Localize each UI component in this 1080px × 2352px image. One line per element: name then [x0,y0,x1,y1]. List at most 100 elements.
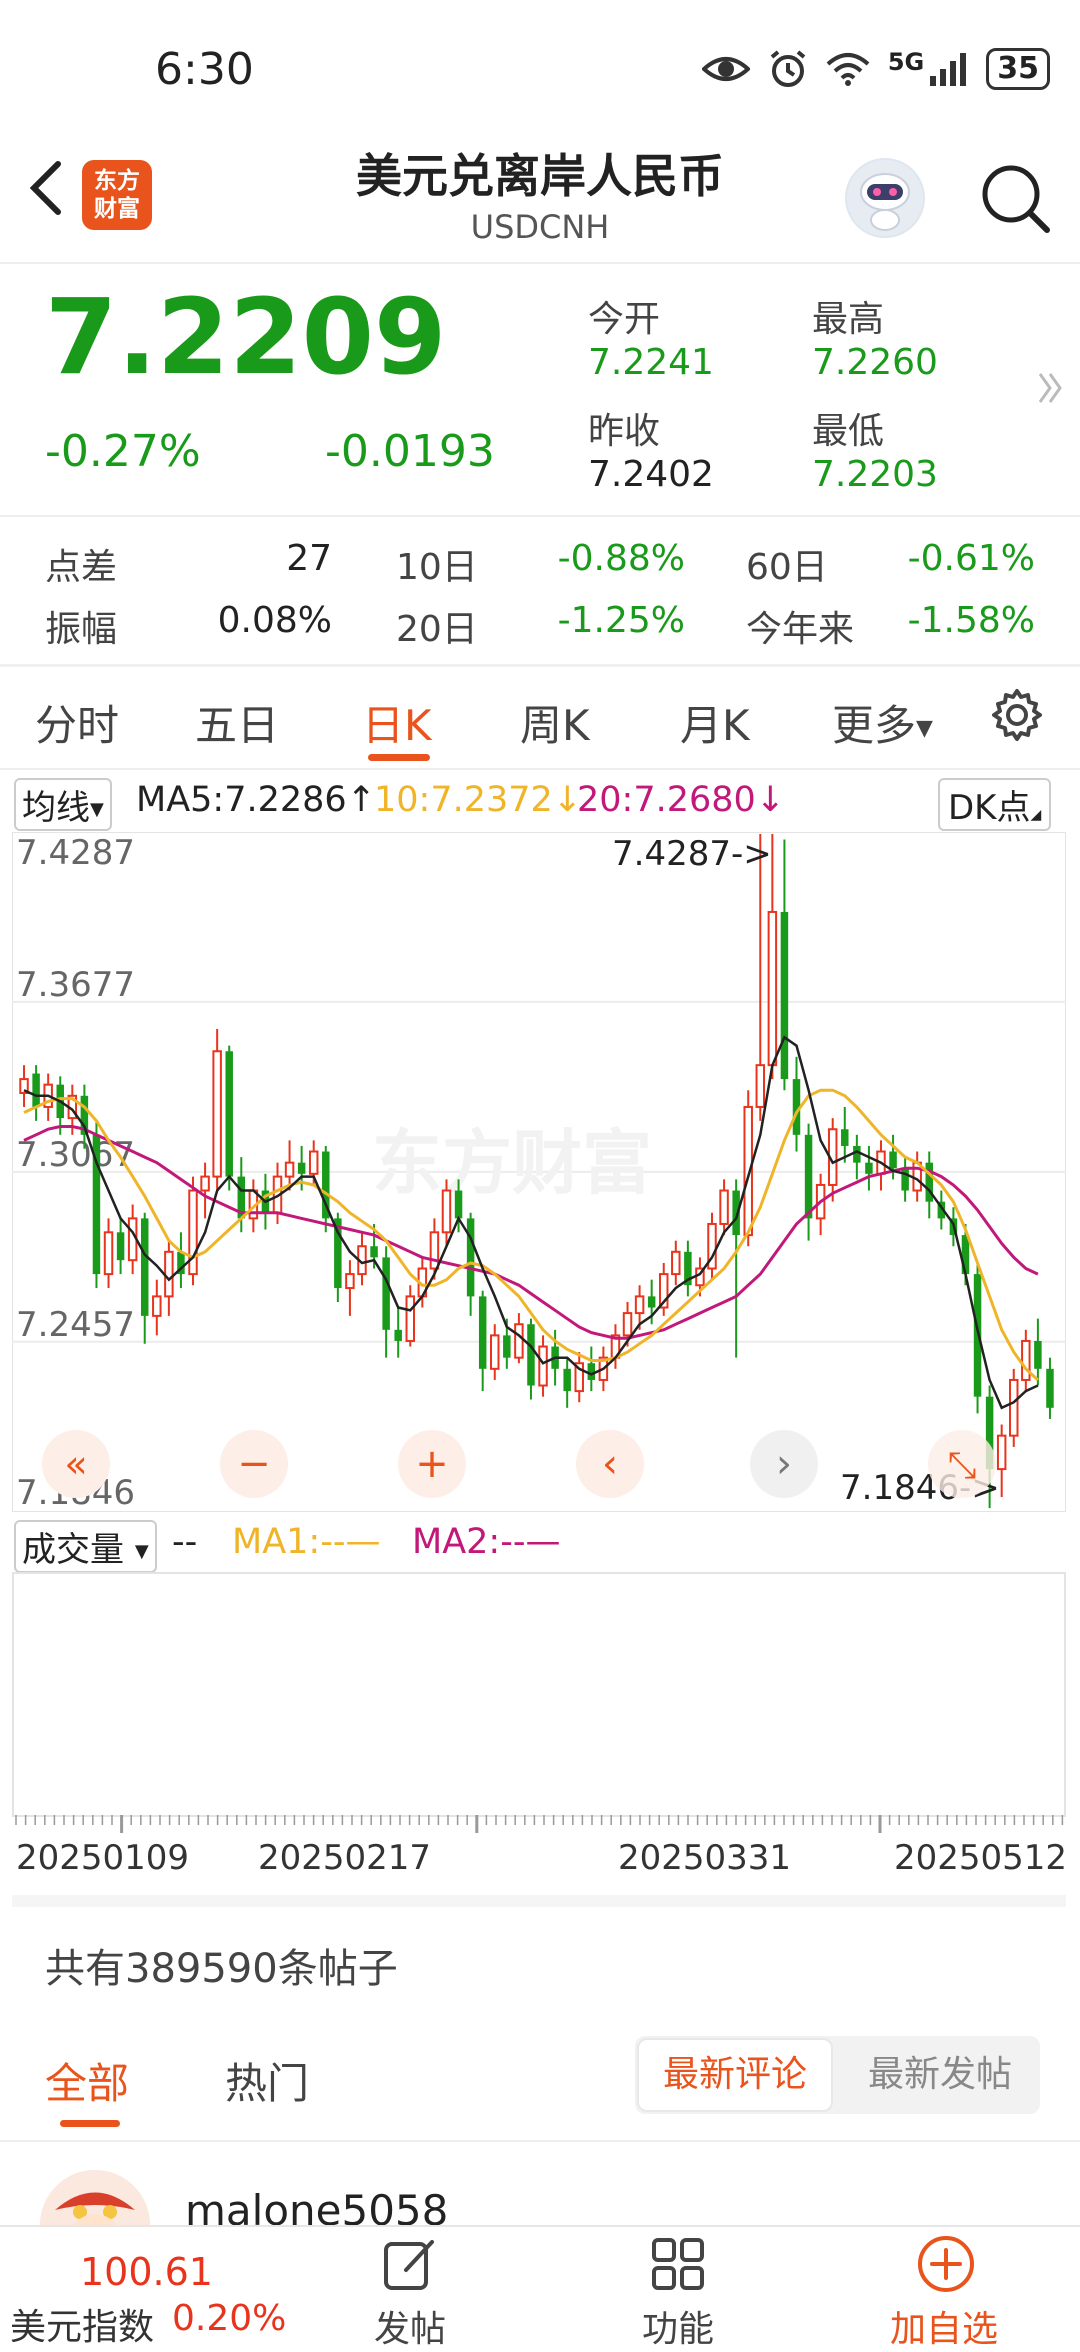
dropdown-caret-icon: ▼ [90,799,104,820]
candle-body [454,1190,463,1219]
prev-close-value: 7.2402 [588,454,714,495]
x-date-label: 20250512 [894,1838,1068,1878]
post-count: 共有389590条帖子 [45,1946,398,1992]
candle-body [116,1232,125,1261]
stat-value: 27 [286,538,332,579]
volume-ma1-label: MA1:--— [232,1522,381,1562]
high-value: 7.2260 [812,342,938,383]
tab-weekly-k[interactable]: 周K [520,692,590,753]
candle [188,1176,198,1286]
candle-body [345,1273,355,1290]
posts-tab-hot[interactable]: 热门 [225,2050,309,2111]
candle-body [1034,1340,1042,1369]
candle [92,1120,101,1289]
stat-value: 0.08% [217,600,332,641]
open-label: 今开 [588,299,661,340]
dollar-index-value[interactable]: 100.61 [80,2250,213,2294]
max-price-marker: 7.4287-> [612,834,772,874]
candle-body [1021,1339,1031,1381]
search-icon[interactable] [975,158,1055,238]
tab-monthly-k[interactable]: 月K [680,692,750,753]
candle-body [164,1250,174,1298]
volume-select-label: 成交量 [22,1530,124,1570]
candle-body [634,1295,645,1315]
indicator-select[interactable]: 均线▼ [14,778,112,831]
stat-value: -0.88% [557,538,685,579]
stat-label: 今年来 [746,609,855,650]
functions-label[interactable]: 功能 [642,2300,714,2352]
candle-body [1009,1378,1019,1437]
candle-body [901,1168,909,1191]
candle-body [780,911,789,1080]
tab-more-label: 更多 [832,701,917,750]
dropdown-caret-icon: ▼ [134,1541,149,1562]
dk-point-button[interactable]: DK点◢ [938,778,1052,831]
sort-latest-comment-button[interactable]: 最新评论 [637,2038,833,2112]
stat-label: 60日 [746,547,828,588]
candle-body [1046,1368,1054,1408]
ma10-label: 10:7.2372↓ [374,780,583,820]
low-value: 7.2203 [812,454,938,495]
zoom-out-icon: − [237,1441,271,1487]
change-amount: -0.0193 [325,426,495,477]
wifi-icon [826,53,870,86]
volume-select[interactable]: 成交量 ▼ [14,1520,157,1573]
candle-body [719,1189,729,1225]
candle-body [103,1231,114,1276]
posts-divider [0,2140,1080,2142]
stat-label: 20日 [396,609,478,650]
scroll-right-icon: › [776,1441,792,1487]
stat-label: 点差 [45,547,118,588]
fullscreen-button[interactable]: ⤡ [928,1430,996,1498]
stat-value: -1.58% [907,600,1035,641]
candle-body [563,1368,571,1392]
compose-post-label[interactable]: 发帖 [374,2300,446,2352]
network-label: 5G [887,48,925,76]
tab-more[interactable]: 更多▼ [832,692,933,753]
candle-body [647,1296,656,1308]
candle-body [503,1335,511,1358]
tab-five-day[interactable]: 五日 [195,692,279,753]
scroll-left-button[interactable]: ‹ [576,1430,644,1498]
zoom-in-button[interactable]: + [398,1430,466,1498]
prev-close-label: 昨收 [588,411,661,452]
last-price: 7.2209 [45,276,447,398]
candle-body [841,1129,849,1146]
stats-divider [0,664,1080,667]
candle-body [527,1324,535,1386]
zoom-fast-back-icon: « [64,1442,87,1486]
candle-body [225,1051,233,1177]
candle-body [394,1329,402,1341]
expand-chevron-icon[interactable] [1036,368,1066,408]
posts-tab-all[interactable]: 全部 [45,2050,129,2111]
candle-body [188,1189,198,1276]
candle-body [429,1231,440,1270]
candle-body [370,1246,378,1258]
candle-body [671,1250,681,1276]
tab-daily-k[interactable]: 日K [362,692,432,753]
assistant-robot-icon[interactable] [845,158,925,238]
compose-post-icon[interactable] [380,2234,440,2294]
zoom-fast-back-button[interactable]: « [42,1430,110,1498]
sort-latest-post-button[interactable]: 最新发帖 [840,2038,1040,2112]
candle-body [405,1295,416,1342]
functions-grid-icon[interactable] [648,2234,708,2294]
candle-body [284,1161,295,1178]
zoom-in-icon: + [415,1441,449,1487]
add-watchlist-label[interactable]: 加自选 [890,2300,998,2352]
candle [225,1045,233,1191]
candle [212,1028,222,1191]
volume-chart[interactable] [12,1572,1066,1817]
time-axis [15,1815,1064,1833]
zoom-out-button[interactable]: − [220,1430,288,1498]
section-separator [12,1895,1066,1907]
dollar-index-change: 0.20% [172,2298,287,2339]
tab-intraday[interactable]: 分时 [35,692,119,753]
scroll-right-button[interactable]: › [750,1430,818,1498]
settings-gear-icon[interactable] [990,688,1044,742]
candle-body [755,1064,766,1108]
add-watchlist-icon[interactable] [916,2234,976,2294]
kline-chart[interactable]: 东方财富 7.42877.36777.30677.24577.1846 7.42… [12,832,1066,1512]
dollar-index-name[interactable]: 美元指数 [10,2298,154,2350]
low-label: 最低 [812,411,885,452]
